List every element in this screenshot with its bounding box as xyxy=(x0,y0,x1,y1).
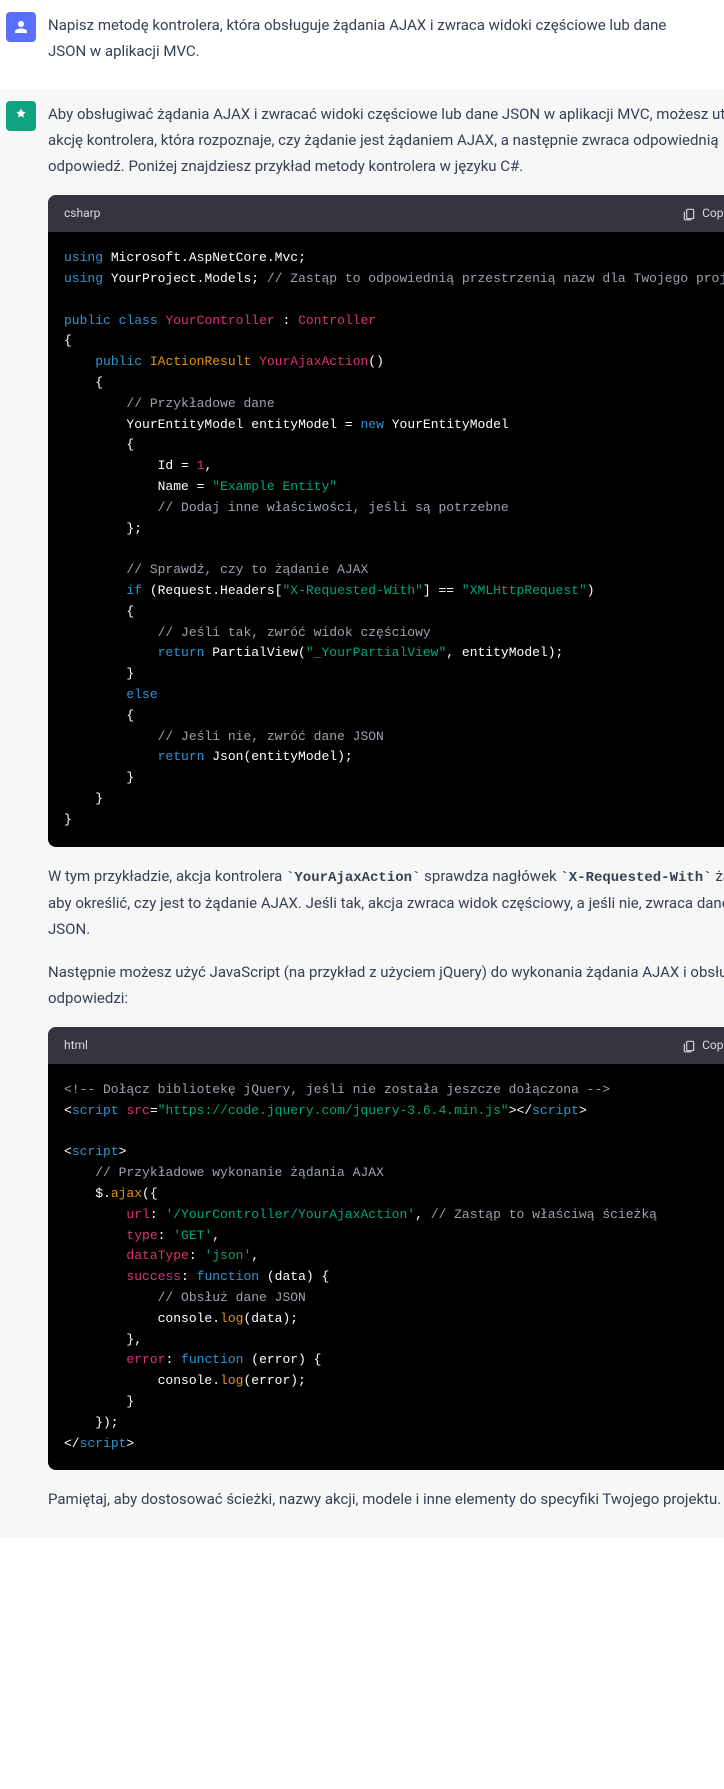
user-content: Napisz metodę kontrolera, która obsługuj… xyxy=(48,12,724,65)
code-header: html Copy code xyxy=(48,1027,724,1064)
assistant-avatar xyxy=(6,101,36,131)
code-language-label: csharp xyxy=(64,203,100,224)
user-text: Napisz metodę kontrolera, która obsługuj… xyxy=(48,12,700,65)
code-block-csharp: csharp Copy code using Microsoft.AspNetC… xyxy=(48,195,724,846)
user-message: Napisz metodę kontrolera, która obsługuj… xyxy=(0,0,724,89)
code-body[interactable]: using Microsoft.AspNetCore.Mvc; using Yo… xyxy=(48,232,724,846)
assistant-content: Aby obsługiwać żądania AJAX i zwracać wi… xyxy=(48,101,724,1513)
closing-paragraph: Pamiętaj, aby dostosować ścieżki, nazwy … xyxy=(48,1486,724,1512)
explanation-paragraph: W tym przykładzie, akcja kontrolera `You… xyxy=(48,863,724,943)
code-language-label: html xyxy=(64,1035,88,1056)
intro-paragraph: Aby obsługiwać żądania AJAX i zwracać wi… xyxy=(48,101,724,180)
jquery-paragraph: Następnie możesz użyć JavaScript (na prz… xyxy=(48,959,724,1012)
clipboard-icon xyxy=(682,1039,696,1053)
person-icon xyxy=(12,18,30,36)
inline-code: `X-Requested-With` xyxy=(560,870,711,886)
copy-code-button[interactable]: Copy code xyxy=(682,203,724,224)
code-body[interactable]: <!-- Dołącz bibliotekę jQuery, jeśli nie… xyxy=(48,1064,724,1470)
user-avatar xyxy=(6,12,36,42)
inline-code: `YourAjaxAction` xyxy=(286,870,420,886)
copy-code-button[interactable]: Copy code xyxy=(682,1035,724,1056)
clipboard-icon xyxy=(682,207,696,221)
code-header: csharp Copy code xyxy=(48,195,724,232)
copy-label: Copy code xyxy=(702,203,724,224)
ai-icon xyxy=(12,107,30,125)
copy-label: Copy code xyxy=(702,1035,724,1056)
code-block-html: html Copy code <!-- Dołącz bibliotekę jQ… xyxy=(48,1027,724,1470)
assistant-message: Aby obsługiwać żądania AJAX i zwracać wi… xyxy=(0,89,724,1537)
